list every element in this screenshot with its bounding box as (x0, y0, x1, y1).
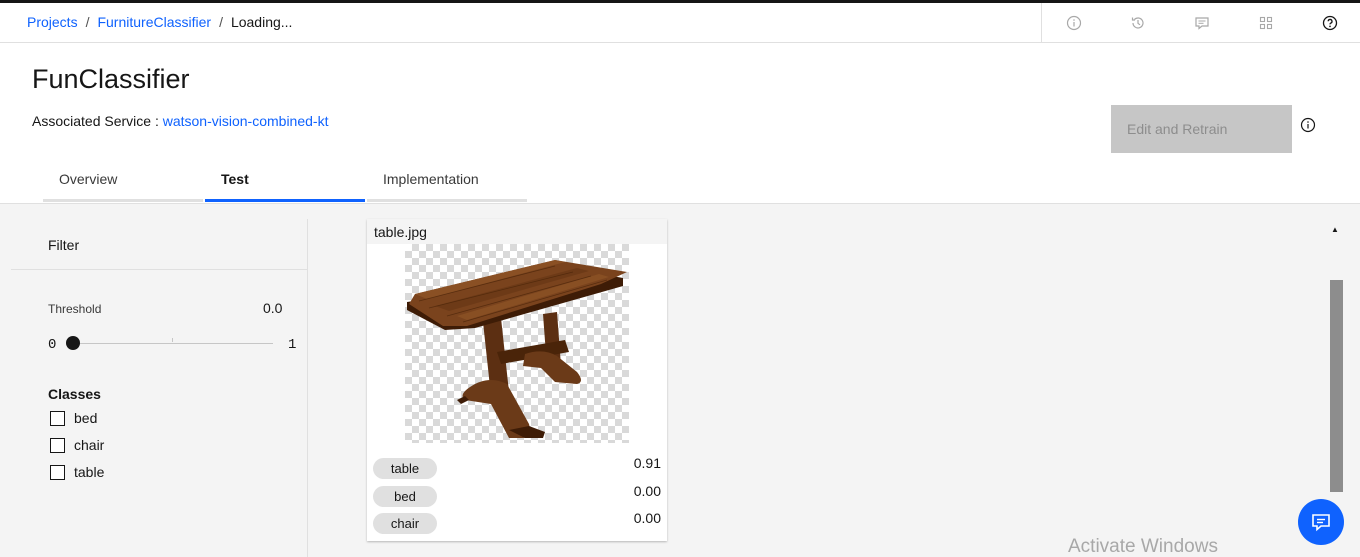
slider-midpoint-tick (172, 338, 173, 342)
class-tag-table: table (373, 458, 437, 479)
history-icon (1131, 17, 1144, 29)
class-label: chair (74, 437, 105, 453)
breadcrumb-separator: / (219, 14, 223, 30)
breadcrumb-projects[interactable]: Projects (27, 14, 78, 30)
class-label: table (74, 464, 105, 480)
threshold-slider-track[interactable] (73, 343, 273, 344)
class-checkbox-chair[interactable]: chair (50, 437, 104, 453)
chat-icon (1195, 17, 1209, 30)
activate-windows-watermark: Activate Windows (1068, 536, 1218, 557)
scroll-up-arrow-icon[interactable]: ▲ (1331, 225, 1339, 234)
class-checkbox-table[interactable]: table (50, 464, 104, 480)
score-value: 0.00 (633, 483, 661, 499)
info-button[interactable] (1042, 3, 1106, 43)
class-tag-chair: chair (373, 513, 437, 534)
table-image (407, 260, 627, 438)
chat-support-button[interactable] (1298, 499, 1344, 545)
apps-icon (1259, 16, 1273, 30)
result-filename: table.jpg (367, 219, 667, 244)
chat-icon (1312, 514, 1330, 532)
score-row: chair 0.00 (373, 510, 661, 535)
test-workspace: Filter Threshold 0.0 0 1 Classes bed cha… (0, 203, 1360, 557)
history-button[interactable] (1106, 3, 1170, 43)
tab-test[interactable]: Test (205, 162, 365, 202)
tab-overview[interactable]: Overview (43, 162, 203, 202)
score-row: bed 0.00 (373, 483, 661, 508)
tab-implementation[interactable]: Implementation (367, 162, 527, 202)
filter-title: Filter (48, 237, 80, 253)
checkbox-icon[interactable] (50, 437, 65, 453)
header-actions (1041, 3, 1360, 43)
help-icon (1322, 15, 1338, 31)
info-icon (1066, 15, 1082, 31)
help-button[interactable] (1298, 3, 1360, 43)
header-bar: Projects / FurnitureClassifier / Loading... (0, 3, 1360, 43)
checkbox-icon[interactable] (50, 464, 65, 480)
test-image (405, 244, 629, 443)
breadcrumb-furnitureclassifier[interactable]: FurnitureClassifier (97, 14, 211, 30)
apps-button[interactable] (1234, 3, 1298, 43)
threshold-label: Threshold (48, 302, 102, 316)
score-value: 0.00 (633, 510, 661, 526)
page-title: FunClassifier (32, 64, 190, 94)
associated-service-label: Associated Service : (32, 113, 159, 129)
score-row: table 0.91 (373, 455, 661, 480)
filter-panel: Filter Threshold 0.0 0 1 Classes bed cha… (11, 219, 308, 557)
service-link[interactable]: watson-vision-combined-kt (163, 113, 329, 129)
checkbox-icon[interactable] (50, 410, 65, 426)
breadcrumb-current: Loading... (230, 14, 293, 30)
breadcrumb-separator: / (85, 14, 90, 30)
divider (11, 269, 307, 270)
result-card: table.jpg table 0.91 bed 0.00 chair 0.00 (367, 219, 667, 541)
threshold-value: 0.0 (263, 300, 283, 316)
slider-min-label: 0 (48, 337, 57, 353)
breadcrumb: Projects / FurnitureClassifier / Loading... (27, 14, 292, 30)
edit-and-retrain-button[interactable]: Edit and Retrain (1111, 105, 1292, 153)
classes-title: Classes (48, 386, 101, 402)
threshold-slider-thumb[interactable] (66, 336, 80, 350)
class-label: bed (74, 410, 98, 426)
score-value: 0.91 (633, 455, 661, 471)
slider-max-label: 1 (288, 337, 297, 353)
class-tag-bed: bed (373, 486, 437, 507)
scrollbar-thumb[interactable] (1330, 280, 1343, 492)
comments-button[interactable] (1170, 3, 1234, 43)
class-checkbox-bed[interactable]: bed (50, 410, 97, 426)
associated-service: Associated Service : watson-vision-combi… (32, 113, 328, 129)
retrain-info-icon[interactable] (1300, 117, 1316, 138)
